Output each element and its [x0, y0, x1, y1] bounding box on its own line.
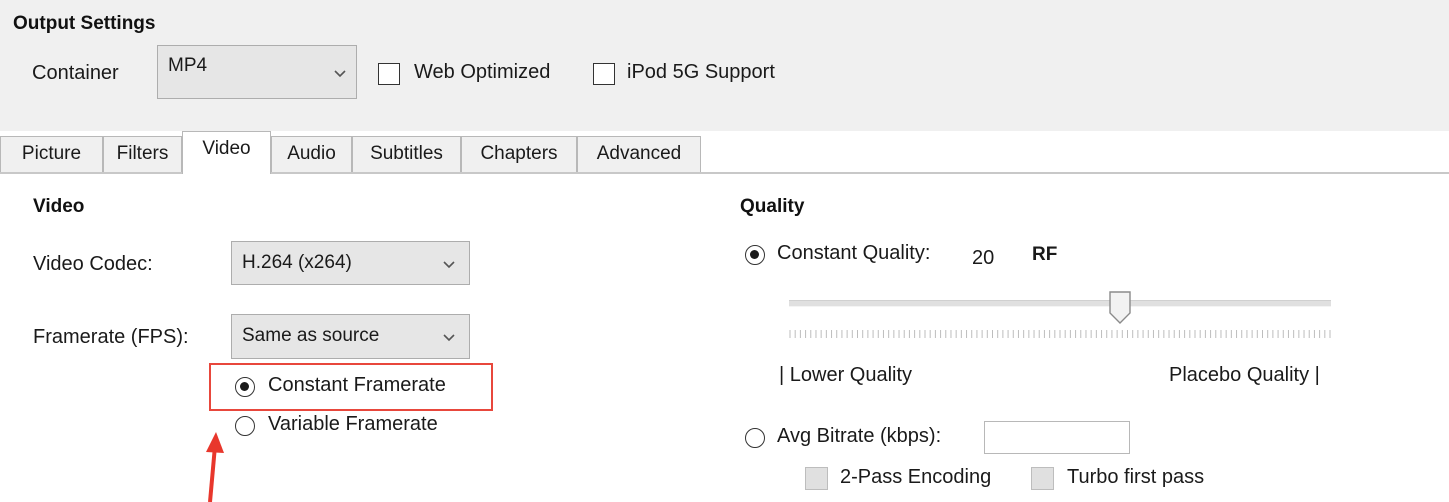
- web-optimized-checkbox[interactable]: [378, 63, 400, 85]
- settings-tabstrip: Picture Filters Video Audio Subtitles Ch…: [0, 131, 1449, 174]
- chevron-down-icon: [443, 261, 455, 269]
- framerate-label: Framerate (FPS):: [33, 326, 189, 348]
- tab-chapters[interactable]: Chapters: [461, 136, 577, 172]
- tab-filters[interactable]: Filters: [103, 136, 182, 172]
- avg-bitrate-radio[interactable]: [745, 428, 765, 448]
- tab-subtitles[interactable]: Subtitles: [352, 136, 461, 172]
- lower-quality-label: | Lower Quality: [779, 364, 913, 386]
- framerate-select[interactable]: Same as source: [231, 314, 470, 359]
- variable-framerate-radio[interactable]: [235, 416, 255, 436]
- avg-bitrate-input[interactable]: [984, 421, 1130, 454]
- tab-picture[interactable]: Picture: [0, 136, 103, 172]
- ipod-support-label[interactable]: iPod 5G Support: [627, 61, 775, 84]
- annotation-highlight-box: [209, 363, 493, 411]
- framerate-value: Same as source: [242, 325, 380, 346]
- ipod-support-checkbox[interactable]: [593, 63, 615, 85]
- container-label: Container: [32, 62, 119, 84]
- turbo-first-pass-label[interactable]: Turbo first pass: [1067, 466, 1204, 489]
- two-pass-encoding-checkbox[interactable]: [805, 467, 828, 490]
- annotation-arrow-icon: [206, 432, 224, 502]
- video-codec-value: H.264 (x264): [242, 252, 352, 273]
- avg-bitrate-label[interactable]: Avg Bitrate (kbps):: [777, 425, 941, 448]
- chevron-down-icon: [443, 334, 455, 342]
- turbo-first-pass-checkbox[interactable]: [1031, 467, 1054, 490]
- variable-framerate-label[interactable]: Variable Framerate: [268, 413, 438, 436]
- web-optimized-label[interactable]: Web Optimized: [414, 61, 550, 84]
- placebo-quality-label: Placebo Quality |: [1169, 364, 1320, 386]
- constant-quality-value: 20: [972, 247, 995, 269]
- video-heading: Video: [33, 196, 85, 217]
- tab-video[interactable]: Video: [182, 131, 271, 174]
- quality-slider-ticks: [789, 330, 1331, 338]
- output-settings-title: Output Settings: [13, 13, 156, 34]
- tab-audio[interactable]: Audio: [271, 136, 352, 172]
- quality-heading: Quality: [740, 196, 805, 217]
- container-select-value: MP4: [168, 55, 208, 76]
- output-settings-panel: Output Settings Container MP4 Web Optimi…: [0, 0, 1449, 131]
- constant-quality-label[interactable]: Constant Quality:: [777, 242, 930, 265]
- container-select[interactable]: MP4: [157, 45, 357, 99]
- video-codec-label: Video Codec:: [33, 253, 153, 275]
- two-pass-encoding-label[interactable]: 2-Pass Encoding: [840, 466, 991, 489]
- tab-advanced[interactable]: Advanced: [577, 136, 701, 172]
- quality-slider-thumb[interactable]: [1109, 291, 1131, 324]
- rf-unit-label: RF: [1032, 244, 1058, 265]
- constant-quality-radio[interactable]: [745, 245, 765, 265]
- quality-slider-track[interactable]: [789, 300, 1331, 307]
- video-codec-select[interactable]: H.264 (x264): [231, 241, 470, 285]
- chevron-down-icon: [334, 70, 346, 78]
